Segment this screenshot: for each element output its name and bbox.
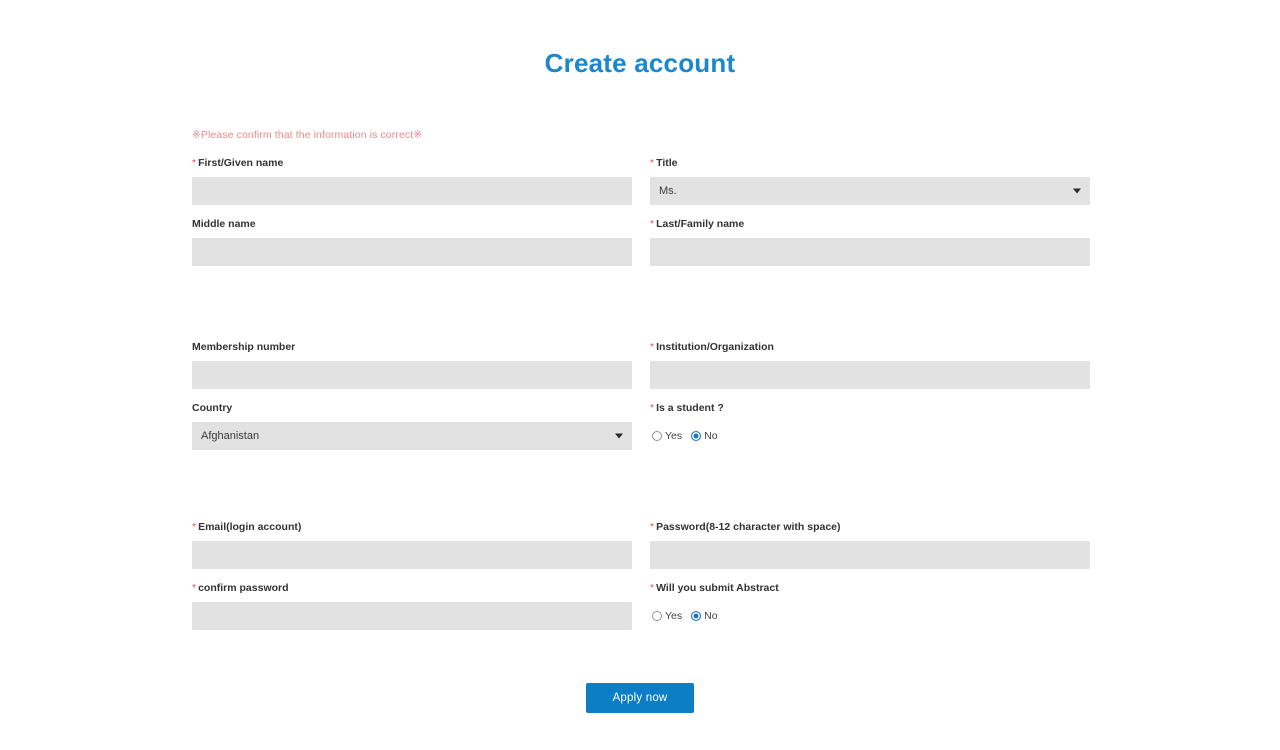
last-name-input[interactable] [650,238,1090,266]
field-institution: * Institution/Organization [650,340,1090,389]
is-student-option-no[interactable]: No [691,430,718,442]
field-email: * Email(login account) [192,520,632,569]
title-select[interactable]: Ms. [650,177,1090,205]
radio-icon-unselected[interactable] [652,611,662,621]
radio-icon-unselected[interactable] [652,431,662,441]
field-confirm-password: * confirm password [192,581,632,630]
radio-icon-selected[interactable] [691,431,702,441]
membership-number-input[interactable] [192,361,632,389]
submit-abstract-radio-group: Yes No [650,602,1090,630]
confirm-password-input[interactable] [192,602,632,630]
label-membership-number: Membership number [192,341,296,353]
email-input[interactable] [192,541,632,569]
submit-abstract-option-no[interactable]: No [691,610,718,622]
required-asterisk: * [650,218,655,230]
label-title: * Title [650,156,1090,170]
label-last-name-text: Last/Family name [656,218,745,230]
is-student-yes-label: Yes [665,430,683,442]
page-title: Create account [544,48,736,78]
submit-area: Apply now [0,683,1280,713]
institution-input[interactable] [650,361,1090,389]
radio-icon-selected[interactable] [691,611,702,621]
label-password-text: Password(8-12 character with space) [656,521,841,533]
submit-abstract-option-yes[interactable]: Yes [652,610,682,622]
label-is-student: * Is a student ? [650,401,1090,415]
label-first-name: * First/Given name [192,156,632,170]
label-password: * Password(8-12 character with space) [650,520,1090,534]
is-student-option-yes[interactable]: Yes [652,430,682,442]
confirm-information-notice: ※Please confirm that the information is … [192,129,423,141]
is-student-radio-group: Yes No [650,422,1090,450]
apply-now-button[interactable]: Apply now [586,683,694,713]
label-submit-abstract: * Will you submit Abstract [650,581,1090,595]
form-grid: * First/Given name * Title Ms. Middle name [192,156,1090,642]
field-last-name: * Last/Family name [650,217,1090,266]
label-institution-text: Institution/Organization [656,341,774,353]
required-asterisk: * [650,341,655,353]
label-first-name-text: First/Given name [198,157,284,169]
submit-abstract-yes-label: Yes [665,610,683,622]
field-middle-name: Middle name [192,217,632,266]
field-title: * Title Ms. [650,156,1090,205]
label-confirm-password: * confirm password [192,581,632,595]
label-middle-name: Middle name [192,218,256,230]
field-is-student: * Is a student ? Yes No [650,401,1090,450]
label-submit-abstract-text: Will you submit Abstract [656,582,779,594]
password-input[interactable] [650,541,1090,569]
required-asterisk: * [650,402,655,414]
label-is-student-text: Is a student ? [656,402,724,414]
submit-abstract-no-label: No [704,610,718,622]
required-asterisk: * [650,521,655,533]
field-country: Country Afghanistan [192,401,632,450]
required-asterisk: * [192,157,197,169]
is-student-no-label: No [704,430,718,442]
label-confirm-password-text: confirm password [198,582,289,594]
label-title-text: Title [656,157,678,169]
required-asterisk: * [650,582,655,594]
field-submit-abstract: * Will you submit Abstract Yes No [650,581,1090,630]
label-email-text: Email(login account) [198,521,302,533]
country-select-wrapper[interactable]: Afghanistan [192,422,632,450]
label-country: Country [192,402,233,414]
field-password: * Password(8-12 character with space) [650,520,1090,569]
label-institution: * Institution/Organization [650,340,1090,354]
field-first-name: * First/Given name [192,156,632,205]
label-email: * Email(login account) [192,520,632,534]
label-last-name: * Last/Family name [650,217,1090,231]
title-select-wrapper[interactable]: Ms. [650,177,1090,205]
registration-form: ※Please confirm that the information is … [192,128,1090,642]
middle-name-input[interactable] [192,238,632,266]
field-membership-number: Membership number [192,340,632,389]
create-account-page: Create account ※Please confirm that the … [0,0,1280,750]
required-asterisk: * [192,521,197,533]
country-select[interactable]: Afghanistan [192,422,632,450]
first-name-input[interactable] [192,177,632,205]
required-asterisk: * [650,157,655,169]
required-asterisk: * [192,582,197,594]
